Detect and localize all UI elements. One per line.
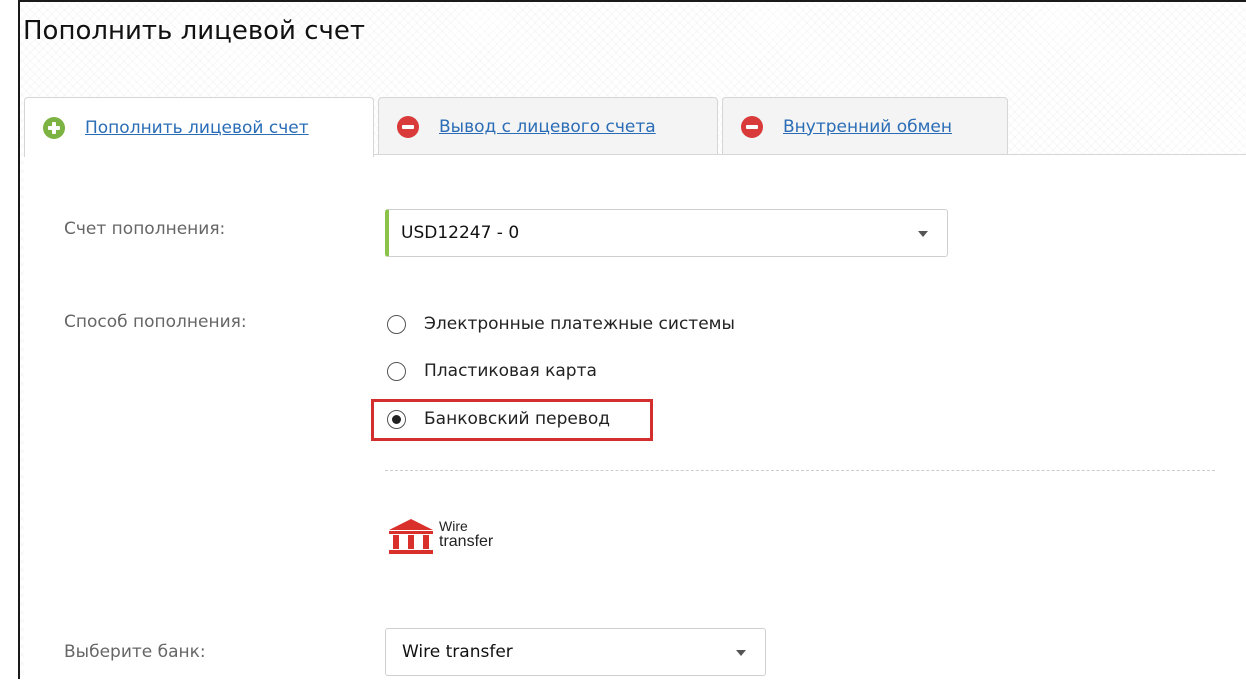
tab-withdraw-label[interactable]: Вывод с лицевого счета (439, 117, 656, 137)
tab-deposit-label[interactable]: Пополнить лицевой счет (85, 118, 309, 138)
page-title: Пополнить лицевой счет (23, 16, 366, 46)
radio-option-e-payment[interactable]: Электронные платежные системы (387, 309, 735, 339)
page-frame: Пополнить лицевой счет Пополнить лицевой… (18, 0, 1246, 681)
bank-select-value: Wire transfer (402, 642, 513, 662)
selection-highlight-box (371, 399, 653, 441)
plus-circle-icon (43, 116, 65, 139)
logo-text-line1: Wire (439, 518, 468, 534)
bank-select[interactable]: Wire transfer (385, 628, 766, 676)
bank-label: Выберите банк: (64, 642, 206, 662)
tab-withdraw[interactable]: Вывод с лицевого счета (378, 97, 718, 155)
chevron-down-icon (736, 650, 746, 656)
account-select-value: USD12247 - 0 (401, 223, 520, 243)
method-label: Способ пополнения: (64, 312, 247, 332)
logo-text-line2: transfer (439, 533, 494, 550)
account-label: Счет пополнения: (64, 219, 226, 239)
account-select[interactable]: USD12247 - 0 (385, 209, 948, 257)
tab-internal-exchange[interactable]: Внутренний обмен (722, 97, 1008, 155)
chevron-down-icon (918, 231, 928, 237)
wire-transfer-logo: Wire transfer (387, 515, 547, 565)
radio-option-label[interactable]: Пластиковая карта (424, 361, 597, 381)
radio-button[interactable] (387, 361, 406, 381)
bank-building-icon (389, 519, 433, 554)
tab-internal-exchange-label[interactable]: Внутренний обмен (783, 117, 952, 137)
radio-button[interactable] (387, 314, 406, 334)
radio-option-label[interactable]: Электронные платежные системы (424, 314, 735, 334)
minus-circle-icon (397, 115, 419, 138)
tab-content-panel: Счет пополнения: USD12247 - 0 Способ поп… (24, 154, 1246, 681)
minus-circle-icon (741, 115, 763, 138)
tab-deposit[interactable]: Пополнить лицевой счет (24, 97, 374, 157)
dashed-divider (385, 470, 1215, 471)
radio-option-card[interactable]: Пластиковая карта (387, 356, 597, 386)
